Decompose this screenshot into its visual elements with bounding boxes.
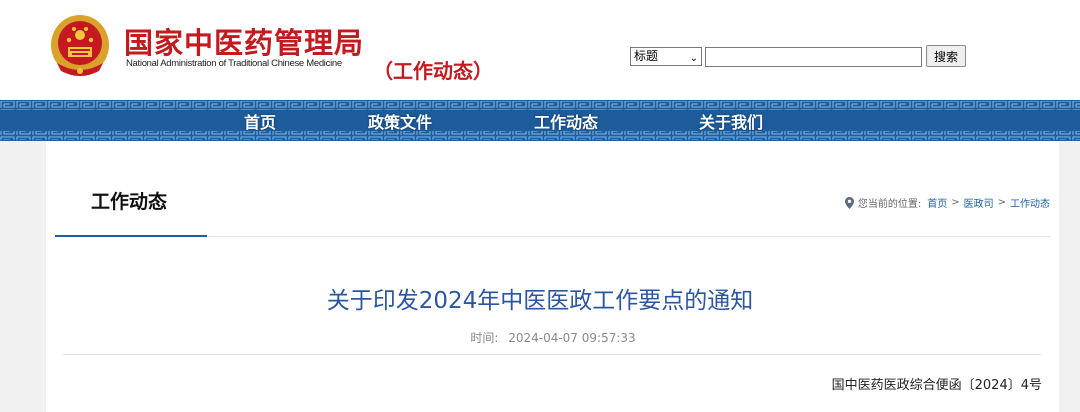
nav-item-about[interactable]: 关于我们 (699, 109, 763, 133)
breadcrumb-work-news[interactable]: 工作动态 (1010, 195, 1050, 210)
document-number: 国中医药医政综合便函〔2024〕4号 (831, 378, 1042, 393)
breadcrumb-separator: > (951, 197, 960, 208)
breadcrumb-separator: > (997, 197, 1006, 208)
breadcrumb-prefix: 您当前的位置: (857, 199, 922, 210)
section-tag: （工作动态） (373, 59, 493, 83)
search-input[interactable] (705, 47, 922, 67)
article-timestamp: 时间: 2024-04-07 09:57:33 (0, 329, 1080, 346)
breadcrumb: 您当前的位置: 首页 > 医政司 > 工作动态 (844, 195, 1050, 210)
site-title-cn: 国家中医药管理局 (124, 26, 365, 60)
location-pin-icon (844, 196, 854, 209)
national-emblem-logo (51, 15, 109, 76)
time-label: 时间: (470, 331, 499, 345)
search-button[interactable]: 搜索 (926, 45, 966, 67)
site-title-en: National Administration of Traditional C… (126, 58, 342, 69)
time-value: 2024-04-07 09:57:33 (508, 331, 636, 345)
breadcrumb-medical-admin[interactable]: 医政司 (964, 195, 994, 210)
section-title: 工作动态 (91, 191, 168, 213)
nav-item-policy[interactable]: 政策文件 (368, 109, 432, 133)
article-title: 关于印发2024年中医医政工作要点的通知 (326, 288, 754, 314)
search-field-select[interactable]: 标题 ⌄ (630, 47, 702, 66)
site-header: 国家中医药管理局 National Administration of Trad… (0, 0, 1080, 100)
nav-item-home[interactable]: 首页 (244, 109, 276, 133)
content-card (46, 141, 1059, 412)
chevron-down-icon: ⌄ (689, 53, 698, 64)
nav-item-work-news[interactable]: 工作动态 (534, 109, 598, 133)
article-meta-divider (63, 354, 1041, 355)
breadcrumb-home[interactable]: 首页 (927, 195, 947, 210)
section-title-underline (55, 235, 207, 237)
search-field-value: 标题 (634, 49, 659, 63)
section-divider (207, 236, 1050, 237)
